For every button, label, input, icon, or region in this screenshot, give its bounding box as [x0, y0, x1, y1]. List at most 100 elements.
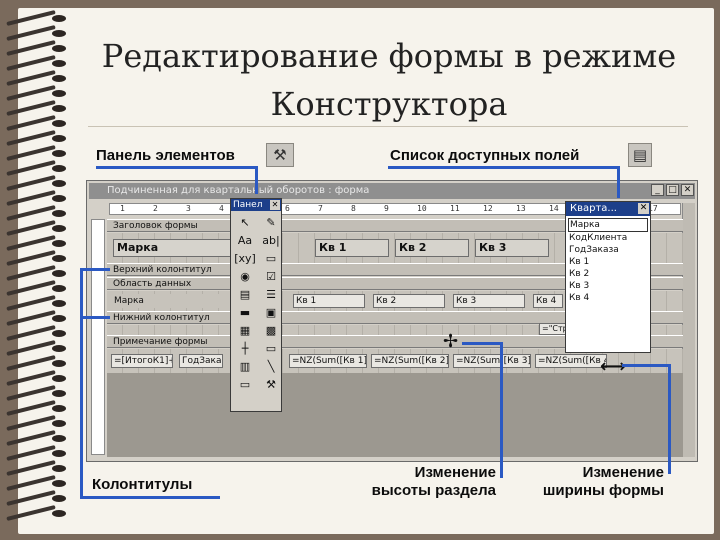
leader-headers-mid — [80, 316, 110, 319]
toggle-icon[interactable]: ▭ — [259, 250, 283, 266]
leader-headers-bottom — [80, 496, 220, 499]
field-list-item[interactable]: ГодЗаказа — [566, 244, 650, 256]
spiral-ring — [6, 179, 72, 188]
hammer-wrench-icon: ⚒ — [266, 143, 294, 167]
ruler-mark: 9 — [384, 204, 389, 213]
ruler-mark: 6 — [285, 204, 290, 213]
wand-icon[interactable]: ✎ — [259, 214, 283, 230]
slide-title-line1: Редактирование формы в режиме — [101, 37, 677, 75]
spiral-ring — [6, 254, 72, 263]
callout-width: Изменение ширины формы — [516, 464, 664, 500]
footer-field-sum-q2[interactable]: =NZ(Sum([Кв 2] — [371, 354, 449, 368]
field-list-item[interactable]: КодКлиента — [566, 232, 650, 244]
section-label: Область данных — [113, 279, 192, 289]
subform-icon[interactable]: ▥ — [233, 358, 257, 374]
image-icon[interactable]: ▣ — [259, 304, 283, 320]
ruler-mark: 4 — [219, 204, 224, 213]
minimize-button[interactable]: _ — [651, 184, 664, 196]
detail-field-q4[interactable]: Кв 4 — [533, 294, 563, 308]
field-list-close-icon[interactable]: ✕ — [638, 203, 649, 214]
checkbox-icon[interactable]: ☑ — [259, 268, 283, 284]
spiral-ring — [6, 509, 72, 518]
header-label-q2[interactable]: Кв 2 — [395, 239, 469, 257]
tab-icon[interactable]: ▭ — [259, 340, 283, 356]
field-list-window[interactable]: Кварта... ✕ Марка КодКлиента ГодЗаказа Кв 1… — [565, 201, 651, 353]
spiral-ring — [6, 374, 72, 383]
spiral-ring — [6, 479, 72, 488]
detail-field-q3[interactable]: Кв 3 — [453, 294, 525, 308]
form-canvas-outside — [107, 373, 683, 457]
slide-title: Редактирование формы в режиме Конструкто… — [84, 32, 694, 128]
button-icon[interactable]: ▬ — [233, 304, 257, 320]
vertical-ruler — [91, 219, 105, 455]
bound-frame-icon[interactable]: ▩ — [259, 322, 283, 338]
resize-width-cursor-icon: ⟷ — [600, 356, 626, 377]
footer-field-sum-q4[interactable]: =NZ(Sum([Кв 4]) — [535, 354, 607, 368]
leader-height-h — [462, 342, 502, 345]
listbox-icon[interactable]: ☰ — [259, 286, 283, 302]
spiral-ring — [6, 14, 72, 23]
combobox-icon[interactable]: ▤ — [233, 286, 257, 302]
footer-field-sum-q3[interactable]: =NZ(Sum([Кв 3]) — [453, 354, 531, 368]
ruler-mark: 3 — [186, 204, 191, 213]
header-label-q3[interactable]: Кв 3 — [475, 239, 549, 257]
pointer-icon[interactable]: ↖ — [233, 214, 257, 230]
spiral-ring — [6, 119, 72, 128]
field-list-icon: ▤ — [628, 143, 652, 167]
more-tools-icon[interactable]: ⚒ — [259, 376, 283, 392]
footer-field-sum-q1[interactable]: =NZ(Sum([Кв 1]) — [289, 354, 367, 368]
field-list-title[interactable]: Кварта... ✕ — [566, 202, 650, 216]
toolbox-close-icon[interactable]: ✕ — [270, 200, 280, 210]
footer-field-total[interactable]: =[ИтогоК1]+[ — [111, 354, 173, 368]
spiral-ring — [6, 194, 72, 203]
spiral-ring — [6, 29, 72, 38]
section-label: Примечание формы — [113, 337, 208, 347]
spiral-ring — [6, 419, 72, 428]
option-group-icon[interactable]: [xy] — [233, 250, 257, 266]
leader-width-v — [668, 364, 671, 474]
leader-height-v — [500, 342, 503, 478]
frame-icon[interactable]: ▦ — [233, 322, 257, 338]
ruler-mark: 13 — [516, 204, 526, 213]
spiral-ring — [6, 149, 72, 158]
page-break-icon[interactable]: ┼ — [233, 340, 257, 356]
field-list-item[interactable]: Кв 1 — [566, 256, 650, 268]
window-controls: _ □ ✕ — [651, 184, 694, 196]
callout-fieldlist: Список доступных полей — [390, 147, 580, 164]
field-list-item[interactable]: Марка — [568, 218, 648, 232]
textbox-icon[interactable]: ab| — [259, 232, 283, 248]
spiral-ring — [6, 329, 72, 338]
maximize-button[interactable]: □ — [666, 184, 679, 196]
toolbox-title[interactable]: Панел ✕ — [231, 199, 281, 211]
footer-field-year[interactable]: ГодЗака — [179, 354, 223, 368]
spiral-ring — [6, 44, 72, 53]
line-icon[interactable]: ╲ — [259, 358, 283, 374]
detail-field-q1[interactable]: Кв 1 — [293, 294, 365, 308]
field-list-item[interactable]: Кв 4 — [566, 292, 650, 304]
spiral-ring — [6, 449, 72, 458]
toolbox-palette[interactable]: Панел ✕ ↖ ✎ Aa ab| [xy] ▭ ◉ ☑ ▤ ☰ ▬ ▣ ▦ ▩ ┼ ▭ ▥ ╲ ▭ ⚒ — [230, 198, 282, 412]
field-list-item[interactable]: Кв 2 — [566, 268, 650, 280]
title-divider — [88, 126, 688, 127]
callout-height: Изменение высоты раздела — [348, 464, 496, 500]
header-label-q1[interactable]: Кв 1 — [315, 239, 389, 257]
vertical-scrollbar[interactable] — [682, 203, 695, 457]
detail-field-q2[interactable]: Кв 2 — [373, 294, 445, 308]
leader-headers-v — [80, 268, 83, 498]
leader-fieldlist-v — [617, 166, 620, 198]
leader-toolbox-h — [96, 166, 256, 169]
callout-height-line2: высоты раздела — [371, 482, 496, 499]
ruler-mark: 10 — [417, 204, 427, 213]
spiral-ring — [6, 464, 72, 473]
rectangle-icon[interactable]: ▭ — [233, 376, 257, 392]
spiral-ring — [6, 104, 72, 113]
detail-field-marka[interactable]: Марка — [111, 294, 231, 308]
header-label-marka[interactable]: Марка — [113, 239, 233, 257]
callout-toolbox: Панель элементов — [96, 147, 235, 164]
radio-icon[interactable]: ◉ — [233, 268, 257, 284]
leader-width-h — [622, 364, 670, 367]
close-button[interactable]: ✕ — [681, 184, 694, 196]
field-list-item[interactable]: Кв 3 — [566, 280, 650, 292]
label-icon[interactable]: Aa — [233, 232, 257, 248]
field-list-title-text: Кварта... — [570, 203, 617, 214]
